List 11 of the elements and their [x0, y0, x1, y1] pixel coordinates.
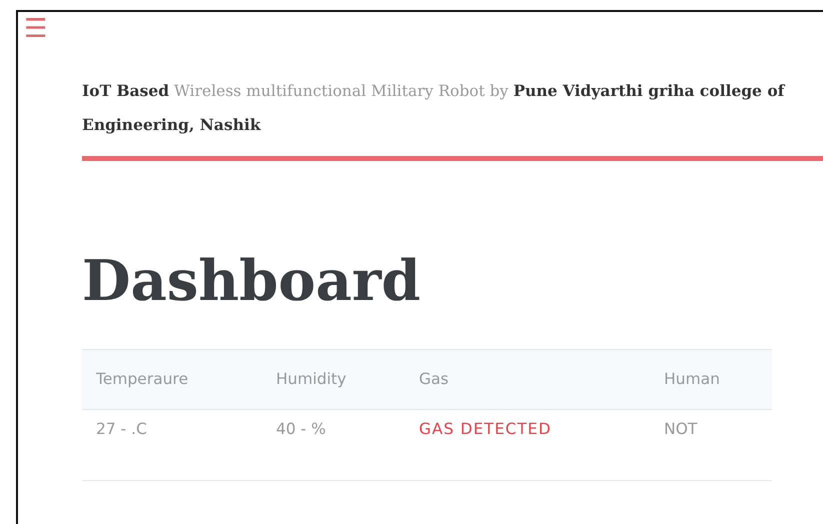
menu-button[interactable]: ☰	[20, 16, 52, 42]
table-cell: 40 - %	[262, 410, 405, 480]
header-text: IoT Based Wireless multifunctional Military Robot by Pune Vidyarthi griha college of Engineering, Nashik	[82, 80, 786, 136]
page-title: Dashboard	[82, 253, 422, 309]
column-header: Humidity	[262, 350, 405, 410]
status-text: GAS DETECTED	[405, 410, 650, 480]
column-header: Gas	[405, 350, 650, 410]
table-cell: 27 - .C	[82, 410, 262, 480]
column-header: Human	[650, 350, 772, 410]
table-cell: NOT	[650, 410, 772, 480]
column-header: Temperaure	[82, 350, 262, 410]
